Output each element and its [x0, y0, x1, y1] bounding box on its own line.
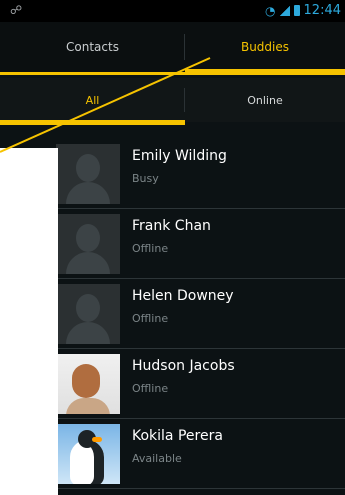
subtab-all[interactable]: All: [0, 78, 185, 122]
tab-buddies-indicator: [185, 69, 345, 75]
status-icons: ◔ 12:44: [265, 3, 341, 18]
wifi-icon: ◔: [265, 3, 276, 18]
status-time: 12:44: [303, 3, 341, 18]
sub-tabs: All Online: [0, 78, 345, 122]
contact-name: Emily Wilding: [132, 148, 227, 164]
dev-settings-icon: ☍: [10, 3, 23, 17]
contact-name: Helen Downey: [132, 288, 234, 304]
tab-buddies-label: Buddies: [240, 40, 290, 54]
tab-contacts[interactable]: Contacts: [0, 22, 185, 72]
subtab-all-label: All: [85, 93, 100, 107]
subtab-online-label: Online: [247, 93, 283, 107]
subtab-online[interactable]: Online: [185, 78, 345, 122]
avatar: [56, 144, 120, 204]
contact-presence: Offline: [132, 242, 169, 255]
battery-icon: [293, 5, 300, 16]
tab-contacts-label: Contacts: [66, 40, 119, 54]
contact-presence: Available: [132, 452, 182, 465]
avatar: [56, 284, 120, 344]
avatar: [56, 214, 120, 274]
app-screen: ☍ ◔ 12:44 Contacts Buddies All Online !: [0, 0, 345, 495]
contact-name: Frank Chan: [132, 218, 211, 234]
status-bar: ☍ ◔ 12:44: [0, 0, 345, 22]
subtab-all-indicator: [0, 120, 185, 125]
contact-name: Kokila Perera: [132, 428, 223, 444]
signal-icon: [279, 5, 290, 16]
avatar-face: [72, 364, 100, 398]
penguin-beak: [92, 437, 102, 442]
avatar: [56, 424, 120, 484]
contact-presence: Offline: [132, 312, 169, 325]
avatar-body: [66, 398, 110, 414]
contact-presence: Offline: [132, 382, 169, 395]
avatar: [56, 354, 120, 414]
screenshot-cutout-left-lower: [0, 335, 22, 495]
tab-buddies[interactable]: Buddies: [185, 22, 345, 72]
contact-presence: Busy: [132, 172, 159, 185]
contact-name: Hudson Jacobs: [132, 358, 235, 374]
top-tabs: Contacts Buddies: [0, 22, 345, 72]
